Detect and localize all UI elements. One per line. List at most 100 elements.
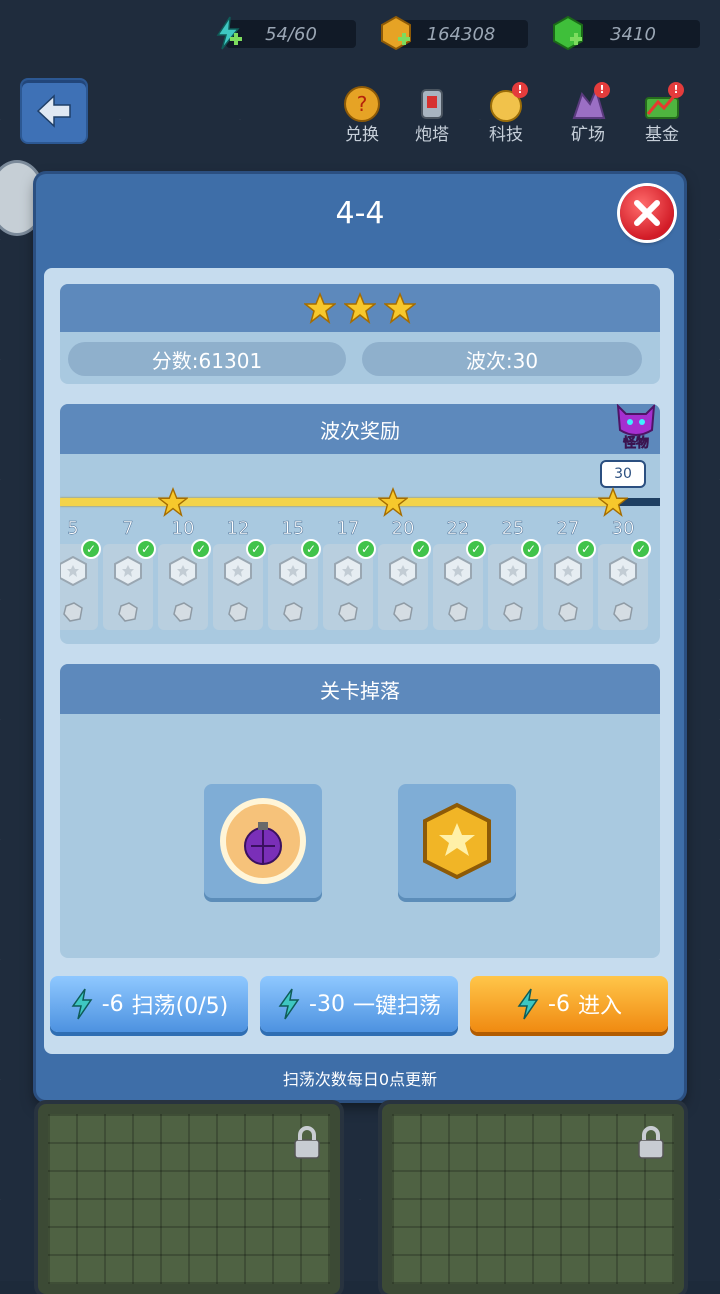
map-preview: [48, 1114, 330, 1284]
silver-coin-icon: [499, 556, 527, 586]
claimed-check-icon: ✓: [411, 539, 431, 559]
menu-exchange[interactable]: ? 兑换: [332, 84, 392, 145]
lock-icon: [638, 1126, 664, 1159]
wave-reward-column[interactable]: 25 ✓: [488, 518, 541, 630]
svg-text:?: ?: [357, 92, 368, 116]
one-click-sweep-cost: -30: [309, 991, 345, 1017]
menu-turret[interactable]: 炮塔: [402, 84, 462, 145]
gold-coin-icon: [381, 15, 411, 51]
drop-item-grenade[interactable]: [204, 784, 322, 898]
claimed-check-icon: ✓: [356, 539, 376, 559]
wave-progress-track: [60, 498, 660, 506]
claimed-check-icon: ✓: [576, 539, 596, 559]
wave-reward-column[interactable]: 10 ✓: [158, 518, 211, 630]
enter-cost: -6: [548, 991, 570, 1017]
star-icon: [376, 486, 410, 517]
sweep-cost: -6: [101, 991, 124, 1017]
gem-value: 3410: [566, 20, 700, 48]
ore-icon: [63, 602, 83, 622]
lock-icon: [294, 1126, 320, 1159]
wave-reward-column[interactable]: 5 ✓: [60, 518, 101, 630]
wave-reward-column[interactable]: 7 ✓: [103, 518, 156, 630]
enter-button[interactable]: -6 进入: [470, 976, 668, 1032]
badge: !: [594, 82, 610, 98]
energy-bolt-icon: [278, 988, 300, 1020]
claimed-check-icon: ✓: [81, 539, 101, 559]
silver-coin-icon: [279, 556, 307, 586]
score-panel: 分数:61301 波次:30: [60, 284, 660, 384]
star-rating: [60, 284, 660, 332]
ore-icon: [503, 602, 523, 622]
monster-marker: 怪物: [614, 404, 658, 452]
wave-reward-column[interactable]: 20 ✓: [378, 518, 431, 630]
star-icon: [304, 292, 336, 324]
gold-value: 164308: [394, 20, 528, 48]
fund-icon: !: [640, 82, 684, 124]
star-icon: [596, 486, 630, 517]
wave-reward-column[interactable]: 22 ✓: [433, 518, 486, 630]
menu-fund[interactable]: ! 基金: [632, 82, 692, 145]
sweep-label: 扫荡(0/5): [131, 994, 229, 1019]
wave-reward-column[interactable]: 17 ✓: [323, 518, 376, 630]
map-card-right[interactable]: [382, 1104, 684, 1294]
wave-reward-column[interactable]: 27 ✓: [543, 518, 596, 630]
turret-icon: [410, 84, 454, 124]
star-icon: [344, 292, 376, 324]
gold-resource[interactable]: 164308: [378, 15, 528, 51]
enter-label: 进入: [577, 994, 622, 1019]
ore-icon: [393, 602, 413, 622]
menu-mine[interactable]: ! 矿场: [558, 82, 618, 145]
sweep-button[interactable]: -6 扫荡(0/5): [50, 976, 248, 1032]
ore-icon: [558, 602, 578, 622]
drop-item-gold-coin[interactable]: [398, 784, 516, 898]
ore-icon: [338, 602, 358, 622]
silver-coin-icon: [114, 556, 142, 586]
stage-drop-title: 关卡掉落: [60, 664, 660, 714]
ore-icon: [118, 602, 138, 622]
energy-bolt-icon: [71, 988, 93, 1020]
mine-icon: !: [566, 82, 610, 124]
back-button[interactable]: [22, 80, 86, 142]
ore-icon: [283, 602, 303, 622]
claimed-check-icon: ✓: [136, 539, 156, 559]
energy-resource[interactable]: 54/60: [210, 16, 356, 50]
gem-resource[interactable]: 3410: [550, 15, 700, 51]
wave-reward-title: 波次奖励: [60, 404, 660, 454]
menu-technology[interactable]: ! 科技: [476, 82, 536, 145]
wave-reward-column[interactable]: 30 ✓: [598, 518, 651, 630]
wave-progress-fill: [60, 498, 616, 506]
map-card-left[interactable]: [38, 1104, 340, 1294]
claimed-check-icon: ✓: [466, 539, 486, 559]
stage-drop-panel: 关卡掉落: [60, 664, 660, 958]
grenade-icon: [220, 798, 306, 884]
ore-icon: [613, 602, 633, 622]
silver-coin-icon: [554, 556, 582, 586]
claimed-check-icon: ✓: [301, 539, 321, 559]
monster-label: 怪物: [622, 436, 650, 452]
silver-coin-icon: [334, 556, 362, 586]
claimed-check-icon: ✓: [246, 539, 266, 559]
silver-coin-icon: [444, 556, 472, 586]
wave-reward-column[interactable]: 12 ✓: [213, 518, 266, 630]
map-preview: [392, 1114, 674, 1284]
close-button[interactable]: [620, 186, 674, 240]
wave-reward-column[interactable]: 15 ✓: [268, 518, 321, 630]
score-stat: 分数:61301: [68, 342, 346, 376]
ore-icon: [228, 602, 248, 622]
one-click-sweep-button[interactable]: -30 一键扫荡: [260, 976, 458, 1032]
dialog-title: 4-4: [335, 196, 385, 231]
close-icon: [634, 200, 660, 226]
silver-coin-icon: [389, 556, 417, 586]
wave-stat: 波次:30: [362, 342, 642, 376]
badge: !: [512, 82, 528, 98]
star-marker-30: [596, 486, 630, 517]
star-marker-10: [156, 486, 190, 517]
one-click-sweep-label: 一键扫荡: [352, 994, 441, 1019]
star-marker-20: [376, 486, 410, 517]
claimed-check-icon: ✓: [191, 539, 211, 559]
energy-bolt-icon: [216, 16, 242, 50]
wave-reward-panel: 波次奖励 怪物 30 5 ✓ 7 ✓ 10 ✓ 12 ✓ 15 ✓ 17 ✓ 20 ✓ 22 ✓ 25 ✓ 27 ✓ 3…: [60, 404, 660, 644]
claimed-check-icon: ✓: [521, 539, 541, 559]
exchange-icon: ?: [340, 84, 384, 124]
silver-coin-icon: [60, 556, 87, 586]
